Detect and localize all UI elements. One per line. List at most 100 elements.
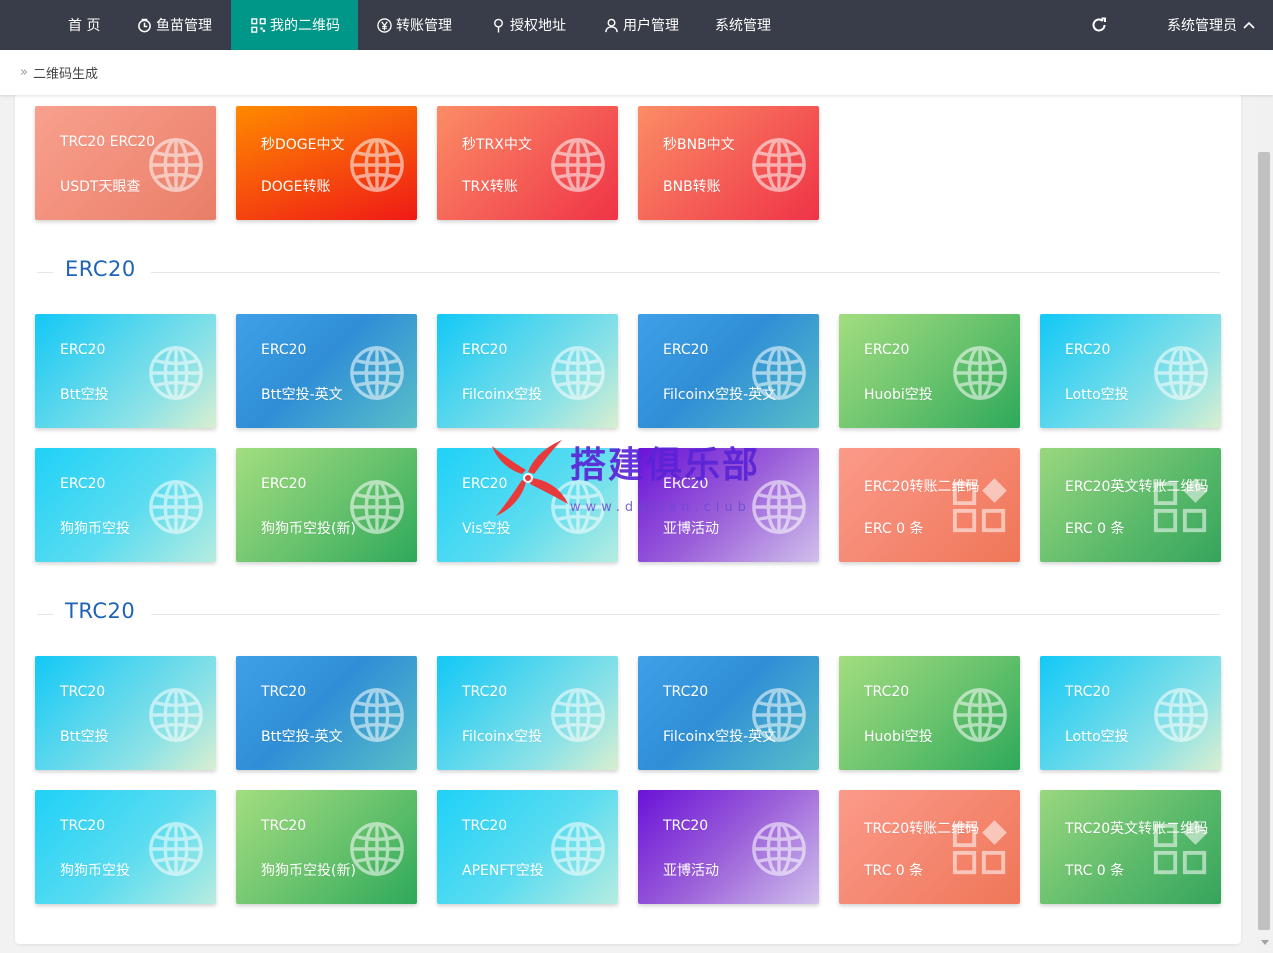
card-line2: 亚博活动	[663, 863, 719, 879]
card-line1: ERC20	[261, 476, 307, 492]
globe-icon	[147, 478, 205, 536]
card-trc20-lotto[interactable]: TRC20 Lotto空投	[1040, 656, 1221, 770]
card-erc20-btt[interactable]: ERC20 Btt空投	[35, 314, 216, 428]
card-line1: TRC20	[1065, 684, 1111, 700]
card-erc20-filcoinx[interactable]: ERC20 Filcoinx空投	[437, 314, 618, 428]
card-erc20-dogecoin[interactable]: ERC20 狗狗币空投	[35, 448, 216, 562]
section-title: ERC20	[65, 257, 136, 281]
card-trc20-apenft[interactable]: TRC20 APENFT空投	[437, 790, 618, 904]
card-line1: TRC20	[60, 818, 106, 834]
globe-icon	[1152, 344, 1210, 402]
card-trc20-filcoinx[interactable]: TRC20 Filcoinx空投	[437, 656, 618, 770]
card-line2: Lotto空投	[1065, 729, 1129, 745]
card-line2: ERC 0 条	[864, 521, 924, 537]
card-line1: TRC20	[462, 818, 508, 834]
card-trc20-filcoinx-en[interactable]: TRC20 Filcoinx空投-英文	[638, 656, 819, 770]
apps-icon	[951, 478, 1009, 536]
card-doge[interactable]: 秒DOGE中文 DOGE转账	[236, 106, 417, 220]
nav-home[interactable]: 首 页	[68, 0, 100, 50]
card-erc20-lotto[interactable]: ERC20 Lotto空投	[1040, 314, 1221, 428]
nav-user-management[interactable]: 用户管理	[603, 0, 679, 50]
location-icon	[490, 17, 506, 33]
card-line2: BNB转账	[663, 179, 721, 195]
nav-fry-label: 鱼苗管理	[156, 18, 212, 34]
card-trc20-btt[interactable]: TRC20 Btt空投	[35, 656, 216, 770]
section-header-erc20: ERC20	[37, 257, 1220, 287]
globe-icon	[750, 478, 808, 536]
card-trc20-yabo[interactable]: TRC20 亚博活动	[638, 790, 819, 904]
qrcode-icon	[250, 17, 266, 33]
card-erc20-yabo[interactable]: ERC20 亚博活动	[638, 448, 819, 562]
card-trc20-huobi[interactable]: TRC20 Huobi空投	[839, 656, 1020, 770]
card-erc20-transfer-qr[interactable]: ERC20转账二维码 ERC 0 条	[839, 448, 1020, 562]
card-line2: APENFT空投	[462, 863, 544, 879]
card-trc20-btt-en[interactable]: TRC20 Btt空投-英文	[236, 656, 417, 770]
card-erc20-transfer-qr-en[interactable]: ERC20英文转账二维码 ERC 0 条	[1040, 448, 1221, 562]
card-line2: DOGE转账	[261, 179, 331, 195]
card-trc20-dogecoin[interactable]: TRC20 狗狗币空投	[35, 790, 216, 904]
nav-transfer-management[interactable]: 转账管理	[376, 0, 452, 50]
card-line1: ERC20	[462, 342, 508, 358]
card-usdt-lookup[interactable]: TRC20 ERC20 USDT天眼查	[35, 106, 216, 220]
card-trx[interactable]: 秒TRX中文 TRX转账	[437, 106, 618, 220]
card-line1: 秒TRX中文	[462, 137, 532, 153]
card-erc20-huobi[interactable]: ERC20 Huobi空投	[839, 314, 1020, 428]
card-line2: 狗狗币空投(新)	[261, 863, 356, 879]
card-trc20-dogecoin-new[interactable]: TRC20 狗狗币空投(新)	[236, 790, 417, 904]
globe-icon	[348, 136, 406, 194]
card-line1: TRC20	[864, 684, 910, 700]
globe-icon	[348, 344, 406, 402]
card-erc20-dogecoin-new[interactable]: ERC20 狗狗币空投(新)	[236, 448, 417, 562]
apps-icon	[1152, 478, 1210, 536]
clock-icon	[136, 17, 152, 33]
nav-auth-address[interactable]: 授权地址	[490, 0, 566, 50]
globe-icon	[147, 136, 205, 194]
card-line2: 狗狗币空投	[60, 521, 130, 537]
card-line2: Btt空投-英文	[261, 729, 343, 745]
yen-icon	[376, 17, 392, 33]
nav-my-qrcode[interactable]: 我的二维码	[231, 0, 358, 50]
card-erc20-btt-en[interactable]: ERC20 Btt空投-英文	[236, 314, 417, 428]
nav-user-label: 用户管理	[623, 18, 679, 34]
globe-icon	[750, 344, 808, 402]
top-nav: 首 页 鱼苗管理 我的二维码 转账管理 授权地址 用户管理 系统管理 系统管理员	[0, 0, 1273, 50]
nav-qrcode-label: 我的二维码	[270, 18, 340, 34]
nav-transfer-label: 转账管理	[396, 18, 452, 34]
card-line1: ERC20	[462, 476, 508, 492]
card-line2: Huobi空投	[864, 729, 933, 745]
card-bnb[interactable]: 秒BNB中文 BNB转账	[638, 106, 819, 220]
globe-icon	[549, 478, 607, 536]
card-trc20-transfer-qr[interactable]: TRC20转账二维码 TRC 0 条	[839, 790, 1020, 904]
user-menu[interactable]: 系统管理员	[1167, 0, 1255, 50]
scroll-down-icon[interactable]	[1261, 940, 1269, 945]
card-trc20-transfer-qr-en[interactable]: TRC20英文转账二维码 TRC 0 条	[1040, 790, 1221, 904]
user-name: 系统管理员	[1167, 18, 1237, 34]
card-line1: 秒BNB中文	[663, 137, 735, 153]
card-line1: ERC20	[1065, 342, 1111, 358]
nav-system-label: 系统管理	[715, 18, 771, 34]
card-line2: TRX转账	[462, 179, 518, 195]
card-line1: TRC20	[663, 818, 709, 834]
globe-icon	[348, 686, 406, 744]
nav-fry-management[interactable]: 鱼苗管理	[136, 0, 212, 50]
card-line1: ERC20	[60, 342, 106, 358]
globe-icon	[147, 344, 205, 402]
globe-icon	[348, 478, 406, 536]
scrollbar-thumb[interactable]	[1258, 152, 1270, 930]
card-line2: Btt空投-英文	[261, 387, 343, 403]
apps-icon	[951, 820, 1009, 878]
user-icon	[603, 17, 619, 33]
refresh-icon[interactable]	[1089, 15, 1109, 35]
card-erc20-filcoinx-en[interactable]: ERC20 Filcoinx空投-英文	[638, 314, 819, 428]
card-line1: TRC20	[60, 684, 106, 700]
breadcrumb: » 二维码生成	[0, 50, 1273, 95]
nav-system-management[interactable]: 系统管理	[715, 0, 771, 50]
globe-icon	[549, 686, 607, 744]
chevron-up-icon	[1243, 21, 1255, 29]
card-erc20-vis[interactable]: ERC20 Vis空投	[437, 448, 618, 562]
globe-icon	[750, 686, 808, 744]
card-line1: ERC20	[663, 342, 709, 358]
card-line1: ERC20	[864, 342, 910, 358]
card-line2: Btt空投	[60, 387, 109, 403]
globe-icon	[147, 686, 205, 744]
